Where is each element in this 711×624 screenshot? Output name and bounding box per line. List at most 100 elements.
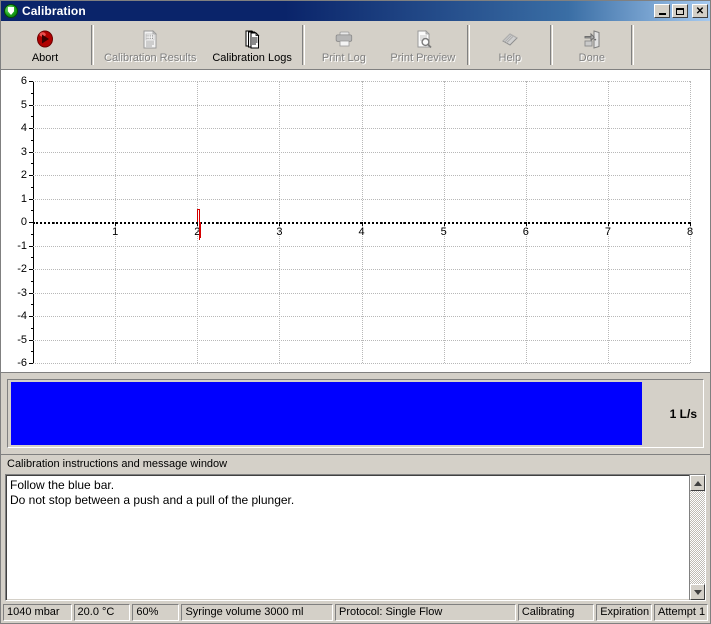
- window-controls: ✕: [654, 4, 708, 18]
- status-panel: 20.0 °C: [73, 604, 131, 621]
- toolbar-separator: [301, 25, 305, 65]
- chart-y-tick: [29, 175, 33, 176]
- message-scrollbar[interactable]: [689, 475, 705, 600]
- toolbar-button-calibration-logs[interactable]: Calibration Logs: [204, 21, 300, 69]
- message-line: Do not stop between a push and a pull of…: [10, 493, 295, 507]
- chart-y-tick: [29, 81, 33, 82]
- chart-y-tick-label: 5: [20, 98, 27, 111]
- chart-y-tick-label: -2: [17, 263, 27, 275]
- chart-x-tick-minor: [156, 222, 158, 224]
- chart-x-tick-minor: [587, 222, 589, 224]
- print-preview-icon: [412, 27, 434, 51]
- toolbar-button-calibration-results[interactable]: Calibration Results: [96, 21, 204, 69]
- chart-x-tick-label: 5: [440, 226, 447, 238]
- toolbar-label-print-log: Print Log: [321, 52, 366, 64]
- chart-trace-segment: [199, 222, 201, 239]
- chart-x-tick-minor: [505, 222, 507, 224]
- status-panel: Expiration: [596, 604, 653, 621]
- shield-icon: [4, 4, 18, 18]
- toolbar-button-print-preview[interactable]: Print Preview: [381, 21, 465, 69]
- chart-y-tick: [29, 292, 33, 294]
- chart-x-tick-minor: [53, 222, 55, 224]
- chart-y-tick-label: -3: [17, 286, 27, 299]
- chart-y-tick: [29, 363, 33, 364]
- chart-x-tick-minor: [74, 222, 76, 224]
- message-box: Follow the blue bar. Do not stop between …: [5, 474, 706, 601]
- book-icon: [499, 27, 521, 51]
- scrollbar-track[interactable]: [690, 491, 705, 584]
- minimize-button[interactable]: [654, 4, 670, 18]
- toolbar-separator: [91, 25, 94, 65]
- scroll-down-button[interactable]: [690, 584, 705, 600]
- chart-x-tick-minor: [566, 222, 568, 224]
- chart-x-tick-minor: [320, 222, 322, 224]
- chart-x-tick-label: 6: [522, 226, 529, 238]
- results-document-icon: [139, 27, 161, 51]
- window-title: Calibration: [22, 4, 86, 18]
- flow-chart: 6 5 4 3 2 1 0 -1 -2 -3 -4 -5 -6 1 2 3 4 5 6 7 8: [1, 70, 710, 373]
- chart-y-tick: [29, 222, 33, 223]
- toolbar-button-done[interactable]: Done: [555, 21, 629, 69]
- flow-bar-frame: 1 L/s: [7, 379, 704, 448]
- flow-bar-fill: [11, 382, 643, 445]
- flow-bar-track: [11, 382, 662, 445]
- chart-gridline-h: [33, 363, 690, 364]
- chart-plot-area: 6 5 4 3 2 1 0 -1 -2 -3 -4 -5 -6 1 2 3 4 5 6 7 8: [17, 75, 694, 369]
- chart-y-tick-minor: [31, 186, 33, 188]
- toolbar-label-abort: Abort: [31, 52, 59, 64]
- chart-y-tick-label: -1: [17, 239, 27, 252]
- toolbar-button-help[interactable]: Help: [472, 21, 548, 69]
- status-bar: 1040 mbar 20.0 °C 60% Syringe volume 3000 m…: [1, 603, 710, 623]
- chart-y-tick-minor: [31, 116, 33, 118]
- chart-y-tick: [29, 269, 33, 270]
- printer-icon: [333, 27, 355, 51]
- chart-x-tick-minor: [238, 222, 240, 224]
- status-panel: Syringe volume 3000 ml: [181, 604, 333, 621]
- chart-y-tick: [29, 104, 33, 106]
- status-panel: 60%: [132, 604, 180, 621]
- chart-y-tick-minor: [31, 304, 33, 306]
- message-caption: Calibration instructions and message win…: [7, 458, 228, 470]
- toolbar-label-done: Done: [578, 52, 605, 64]
- chart-x-tick-minor: [94, 222, 96, 224]
- toolbar-separator: [466, 25, 470, 65]
- status-panel: Calibrating: [517, 604, 595, 621]
- chart-y-tick: [29, 151, 33, 153]
- close-button[interactable]: ✕: [692, 4, 708, 18]
- message-pane: Calibration instructions and message win…: [1, 455, 710, 603]
- chart-y-tick-minor: [31, 351, 33, 353]
- chart-x-tick-minor: [217, 222, 219, 224]
- chart-x-tick-minor: [423, 222, 425, 224]
- chart-x-tick-label: 7: [604, 226, 611, 238]
- chart-x-tick-label: 8: [686, 226, 694, 238]
- toolbar-button-print-log[interactable]: Print Log: [307, 21, 381, 69]
- chart-trace-segment: [198, 238, 201, 240]
- chart-x-tick-minor: [464, 222, 466, 224]
- chart-x-tick-label: 3: [276, 226, 283, 238]
- maximize-button[interactable]: [672, 4, 688, 18]
- chart-y-tick: [29, 198, 33, 200]
- chart-x-tick-minor: [669, 222, 671, 224]
- calibration-window: Calibration ✕ Abort Calibration Results …: [0, 0, 711, 624]
- stacked-documents-icon: [241, 27, 263, 51]
- abort-icon: [34, 27, 56, 51]
- status-panel: Protocol: Single Flow: [334, 604, 516, 621]
- chart-y-tick-label: -4: [17, 310, 27, 322]
- chart-y-tick: [29, 316, 33, 317]
- toolbar-label-calibration-logs: Calibration Logs: [212, 52, 292, 64]
- scroll-up-button[interactable]: [690, 475, 705, 491]
- chart-x-tick-label: 1: [112, 226, 119, 238]
- chart-y-tick-minor: [31, 210, 33, 212]
- chart-y-tick-label: 2: [20, 169, 27, 181]
- arrow-up-icon: [693, 480, 702, 486]
- toolbar-separator: [549, 25, 553, 65]
- chart-y-tick-minor: [31, 327, 33, 329]
- toolbar-label-calibration-results: Calibration Results: [104, 52, 197, 64]
- toolbar-label-print-preview: Print Preview: [390, 52, 456, 64]
- chart-y-tick: [29, 128, 33, 129]
- chart-y-tick-minor: [31, 139, 33, 141]
- chart-y-tick-minor: [31, 257, 33, 259]
- chart-x-tick-minor: [299, 222, 301, 224]
- toolbar-button-abort[interactable]: Abort: [1, 21, 89, 69]
